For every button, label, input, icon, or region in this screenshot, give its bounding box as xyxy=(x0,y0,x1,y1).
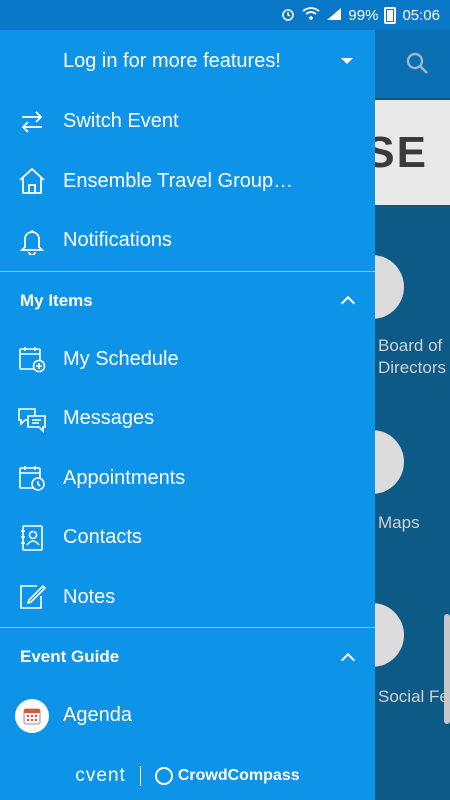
section-my-items[interactable]: My Items xyxy=(0,272,375,330)
notes-pencil-icon xyxy=(0,582,63,612)
chevron-up-icon xyxy=(340,652,356,667)
drawer-footer: cvent CrowdCompass xyxy=(0,752,375,800)
footer-separator xyxy=(139,766,141,786)
agenda-icon-wrap xyxy=(0,698,63,733)
chat-bubbles-icon xyxy=(0,405,63,433)
tile-label: Board of Directors xyxy=(378,336,447,377)
menu-item-label: Notes xyxy=(63,585,116,608)
section-event-guide[interactable]: Event Guide xyxy=(0,628,375,686)
menu-item-label: Agenda xyxy=(63,704,132,727)
clock: 05:06 xyxy=(402,6,440,24)
menu-item-notes[interactable]: Notes xyxy=(0,568,375,628)
menu-item-event-home[interactable]: Ensemble Travel Group… xyxy=(0,152,375,212)
navigation-drawer: Log in for more features! Switch Event E… xyxy=(0,30,375,800)
menu-item-contacts[interactable]: Contacts xyxy=(0,508,375,568)
tile-label: Social Feed xyxy=(378,687,450,706)
menu-item-notifications[interactable]: Notifications xyxy=(0,211,375,271)
section-title: Event Guide xyxy=(20,647,120,666)
login-prompt: Log in for more features! xyxy=(63,49,281,72)
menu-item-label: My Schedule xyxy=(63,347,179,370)
menu-item-label: Messages xyxy=(63,407,155,430)
tile-label: Maps xyxy=(378,513,420,532)
compass-icon xyxy=(154,767,173,785)
agenda-calendar-icon xyxy=(14,698,49,733)
signal-icon xyxy=(326,7,342,24)
menu-item-label: Contacts xyxy=(63,526,142,549)
menu-item-label: Ensemble Travel Group… xyxy=(63,169,294,192)
battery-icon xyxy=(384,6,397,24)
login-header[interactable]: Log in for more features! xyxy=(0,30,375,92)
scrollbar[interactable] xyxy=(444,614,450,724)
bell-icon xyxy=(0,227,63,255)
battery-percent: 99% xyxy=(348,6,379,24)
home-icon xyxy=(0,166,63,196)
search-icon xyxy=(404,50,430,76)
dropdown-caret-icon xyxy=(341,58,353,64)
alarm-icon xyxy=(280,6,296,25)
menu-item-switch-event[interactable]: Switch Event xyxy=(0,92,375,152)
contacts-book-icon xyxy=(0,523,63,553)
wifi-icon xyxy=(302,6,320,24)
status-bar: 99% 05:06 xyxy=(0,0,450,30)
swap-arrows-icon xyxy=(0,108,63,136)
menu-item-messages[interactable]: Messages xyxy=(0,389,375,449)
calendar-clock-icon xyxy=(0,463,63,493)
cvent-logo: cvent xyxy=(75,765,126,786)
crowdcompass-logo: CrowdCompass xyxy=(154,767,300,785)
schedule-calendar-icon xyxy=(0,344,63,374)
menu-item-agenda[interactable]: Agenda xyxy=(0,686,375,746)
crowdcompass-label: CrowdCompass xyxy=(177,767,300,784)
menu-item-label: Notifications xyxy=(63,229,172,252)
section-title: My Items xyxy=(20,290,93,310)
menu-item-label: Appointments xyxy=(63,466,186,489)
menu-item-my-schedule[interactable]: My Schedule xyxy=(0,330,375,390)
menu-item-label: Switch Event xyxy=(63,110,179,133)
menu-item-appointments[interactable]: Appointments xyxy=(0,449,375,509)
chevron-up-icon xyxy=(340,295,356,311)
